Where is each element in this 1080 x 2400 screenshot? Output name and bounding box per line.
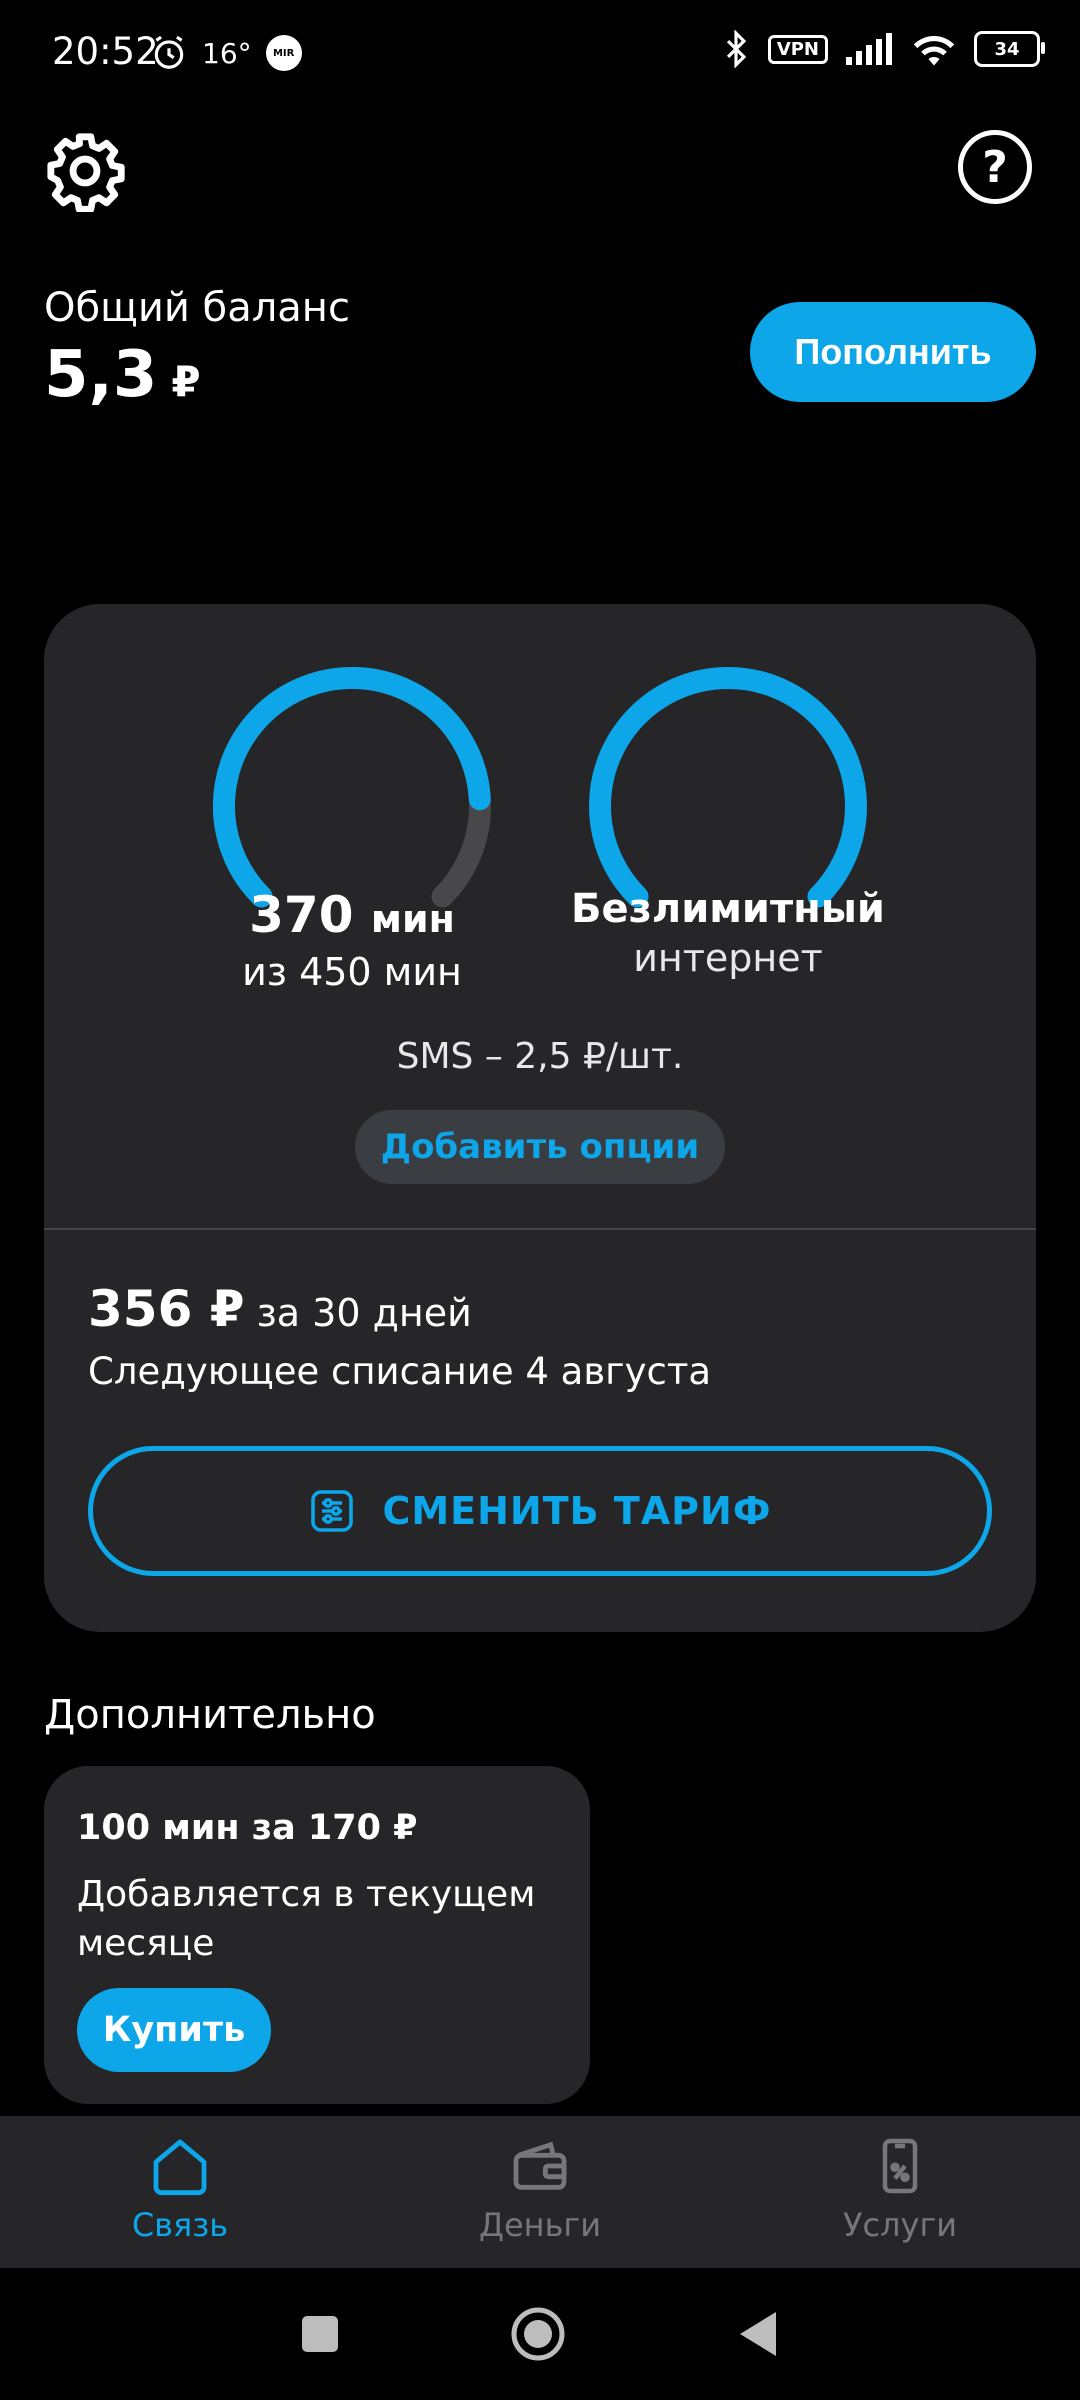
price-value: 356 ₽ [88, 1280, 245, 1338]
minutes-total: из 450 мин [242, 950, 462, 994]
home-button-icon[interactable] [510, 2306, 566, 2362]
add-options-button[interactable]: Добавить опции [355, 1110, 725, 1184]
minutes-left: 370 [249, 886, 354, 944]
nav-label: Связь [131, 2206, 229, 2244]
divider [44, 1228, 1036, 1230]
change-tariff-label: СМЕНИТЬ ТАРИФ [382, 1489, 772, 1533]
nav-label: Деньги [478, 2206, 602, 2244]
price-period: за 30 дней [256, 1291, 472, 1335]
back-icon[interactable] [736, 2310, 780, 2358]
sms-price: SMS – 2,5 ₽/шт. [396, 1036, 684, 1077]
recents-icon[interactable] [300, 2314, 340, 2354]
gear-icon[interactable] [44, 130, 126, 212]
wallet-icon [513, 2141, 567, 2190]
mir-icon: MIR [265, 35, 302, 71]
internet-title: Безлимитный [571, 886, 885, 932]
help-icon[interactable]: ? [958, 130, 1032, 204]
system-nav-bar [0, 2268, 1080, 2400]
nav-label: Услуги [842, 2206, 958, 2244]
phone-percent-icon [882, 2138, 918, 2194]
balance-label: Общий баланс [44, 285, 350, 331]
status-right-icons: VPN 34 [722, 30, 1045, 68]
section-title: Дополнительно [44, 1692, 376, 1738]
bluetooth-icon [726, 30, 746, 68]
nav-item-services[interactable]: Услуги [720, 2116, 1080, 2268]
topup-button[interactable]: Пополнить [750, 302, 1036, 402]
nav-item-money[interactable]: Деньги [360, 2116, 720, 2268]
nav-item-connection[interactable]: Связь [0, 2116, 360, 2268]
currency-sign: ₽ [171, 357, 201, 406]
minutes-value: 370 мин [172, 886, 532, 944]
balance-value: 5,3 ₽ [44, 338, 201, 412]
wifi-icon [913, 36, 955, 66]
alarm-icon [154, 35, 184, 69]
vpn-icon: VPN [767, 34, 828, 64]
buy-button[interactable]: Купить [77, 1988, 271, 2072]
offer-title: 100 мин за 170 ₽ [77, 1808, 418, 1848]
offer-card[interactable]: 100 мин за 170 ₽ Добавляется в текущем м… [44, 1766, 590, 2104]
internet-subtitle: интернет [633, 936, 823, 980]
status-time: 20:52 [52, 30, 159, 73]
offer-description: Добавляется в текущем месяце [77, 1874, 536, 1964]
temperature-text: 16° [202, 36, 252, 70]
tariff-card: 370 мин из 450 мин Безлимитный интернет … [44, 604, 1036, 1632]
status-left-icons: 16° MIR [150, 34, 302, 72]
balance-amount: 5,3 [44, 338, 158, 412]
next-charge-text: Следующее списание 4 августа [88, 1350, 712, 1393]
sliders-icon [311, 1490, 354, 1532]
signal-icon [846, 33, 892, 65]
home-icon [153, 2139, 207, 2196]
minutes-unit: мин [370, 897, 455, 941]
battery-icon: 34 [974, 31, 1045, 67]
tariff-price: 356 ₽ за 30 дней [88, 1280, 472, 1338]
change-tariff-button[interactable]: СМЕНИТЬ ТАРИФ [88, 1446, 992, 1576]
bottom-nav: Связь Деньги Услуги [0, 2116, 1080, 2268]
